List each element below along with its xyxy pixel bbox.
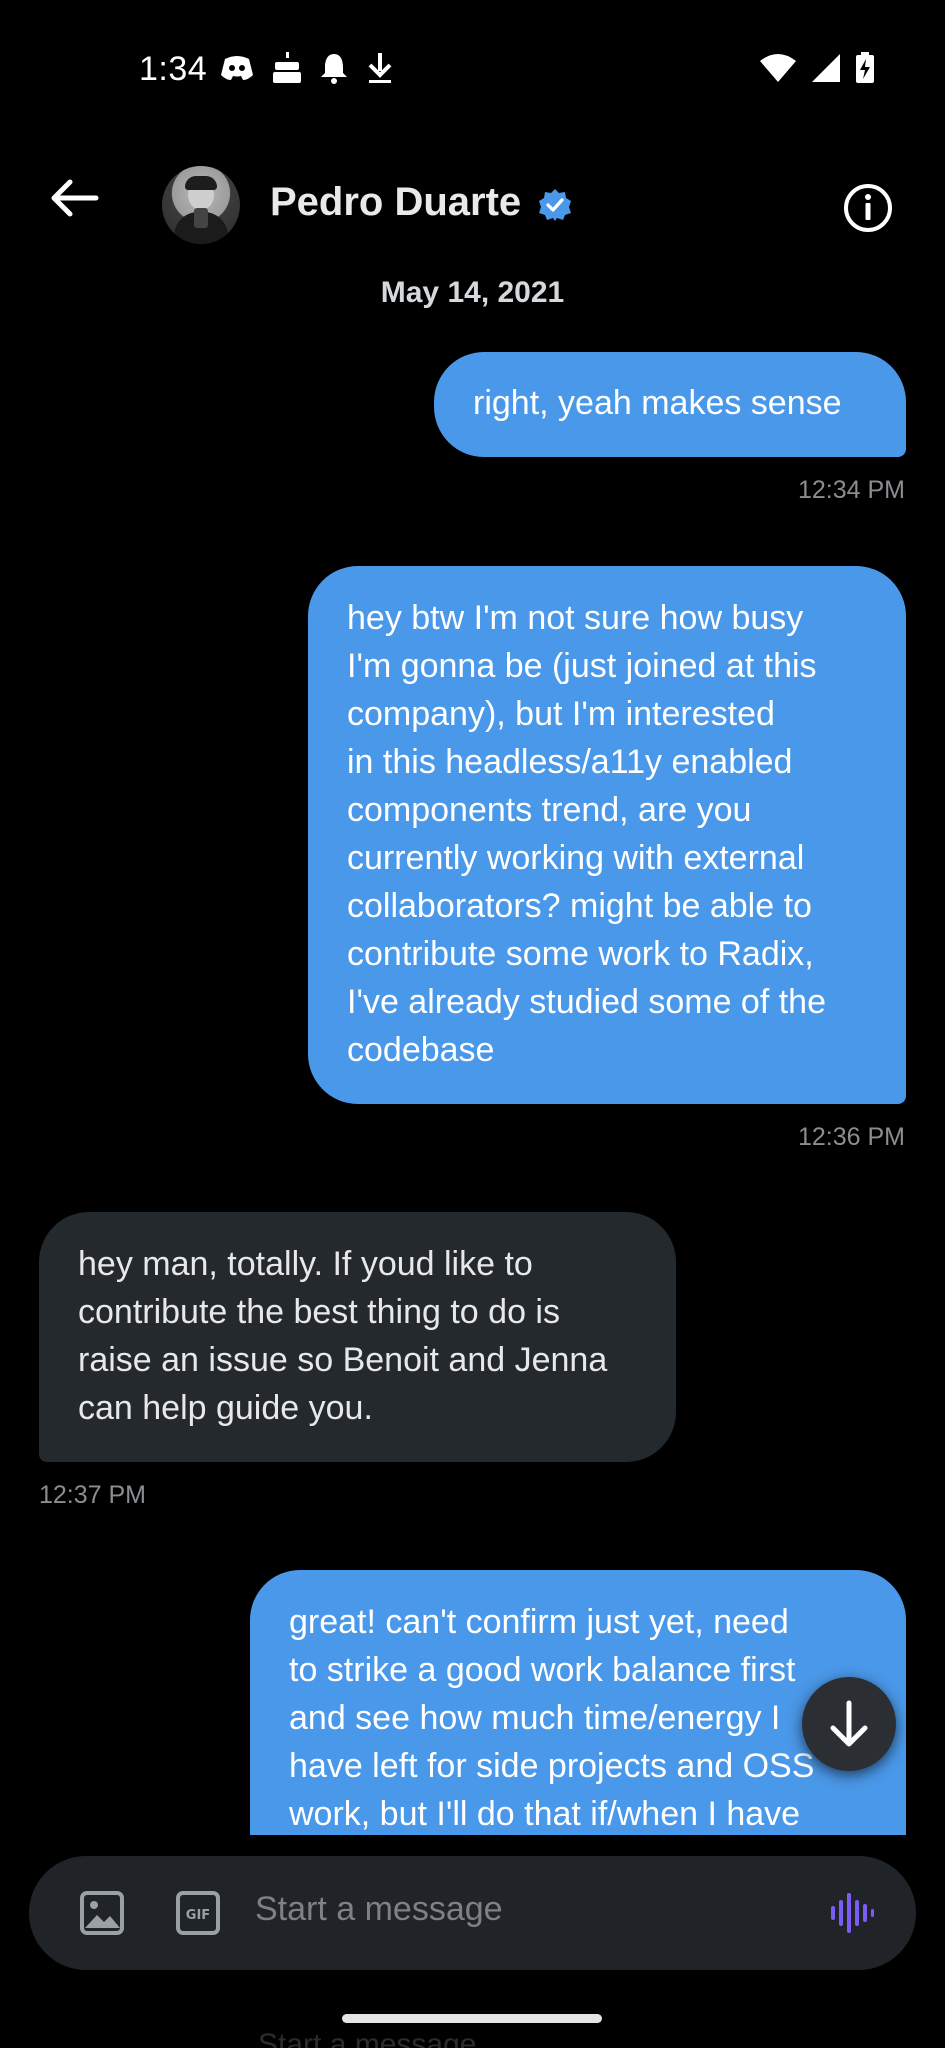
- status-left-icons: [220, 52, 394, 89]
- home-indicator[interactable]: [342, 2014, 602, 2023]
- avatar[interactable]: [162, 166, 240, 244]
- add-gif-button[interactable]: GIF: [175, 1890, 221, 1936]
- message-line: collaborators? might be able to: [347, 887, 812, 925]
- message-line: hey man, totally. If youd like to: [78, 1245, 533, 1283]
- status-right-icons: [759, 52, 875, 89]
- message-text: right, yeah makes sense: [473, 384, 842, 422]
- arrow-down-icon: [830, 1700, 868, 1747]
- message-bubble-outgoing[interactable]: hey btw I'm not sure how busy I'm gonna …: [308, 566, 906, 1104]
- message-line: raise an issue so Benoit and Jenna: [78, 1341, 608, 1379]
- conversation-header: Pedro Duarte: [0, 160, 945, 250]
- date-separator: May 14, 2021: [380, 276, 565, 309]
- message-timestamp: 12:36 PM: [797, 1123, 905, 1151]
- message-timestamp: 12:34 PM: [797, 476, 905, 504]
- cake-icon: [272, 52, 302, 89]
- wifi-icon: [759, 53, 797, 88]
- message-line: I've already studied some of the: [347, 983, 826, 1021]
- info-icon: [844, 184, 892, 232]
- message-line: great! can't confirm just yet, need: [289, 1603, 789, 1641]
- image-icon: [80, 1891, 124, 1935]
- status-bar: 1:34: [0, 0, 945, 140]
- message-line: company), but I'm interested: [347, 695, 775, 733]
- back-button[interactable]: [48, 178, 110, 228]
- message-line: codebase: [347, 1031, 495, 1069]
- voice-message-button[interactable]: [829, 1890, 875, 1936]
- arrow-left-icon: [51, 179, 99, 217]
- notification-bell-icon: [320, 52, 348, 89]
- message-line: hey btw I'm not sure how busy: [347, 599, 804, 637]
- message-line: contribute the best thing to do is: [78, 1293, 560, 1331]
- message-timestamp: 12:37 PM: [39, 1481, 147, 1509]
- message-bubble-incoming[interactable]: hey man, totally. If youd like to contri…: [39, 1212, 676, 1462]
- message-line: can help guide you.: [78, 1389, 373, 1427]
- conversation-info-button[interactable]: [842, 182, 894, 234]
- battery-charging-icon: [855, 52, 875, 89]
- signal-icon: [811, 53, 841, 88]
- composer-ghost: Start a message: [0, 2030, 945, 2048]
- scroll-to-bottom-button[interactable]: [802, 1677, 896, 1771]
- gif-icon: GIF: [176, 1891, 220, 1935]
- contact-name[interactable]: Pedro Duarte: [270, 180, 521, 225]
- message-line: I'm gonna be (just joined at this: [347, 647, 817, 685]
- message-line: work, but I'll do that if/when I have: [289, 1795, 801, 1833]
- svg-text:GIF: GIF: [186, 1908, 210, 1923]
- download-icon: [366, 52, 394, 89]
- status-time: 1:34: [139, 50, 208, 88]
- message-composer[interactable]: GIF Start a message: [29, 1856, 916, 1970]
- message-bubble-outgoing[interactable]: right, yeah makes sense: [434, 352, 906, 457]
- voice-waveform-icon: [831, 1893, 874, 1933]
- message-line: currently working with external: [347, 839, 805, 877]
- verified-badge-icon: [539, 189, 571, 221]
- message-line: contribute some work to Radix,: [347, 935, 814, 973]
- message-line: components trend, are you: [347, 791, 752, 829]
- message-line: in this headless/a11y enabled: [347, 743, 793, 781]
- discord-icon: [220, 53, 254, 88]
- add-photo-button[interactable]: [79, 1890, 125, 1936]
- message-input[interactable]: Start a message: [255, 1890, 503, 1929]
- ghost-placeholder: Start a message: [258, 2030, 477, 2048]
